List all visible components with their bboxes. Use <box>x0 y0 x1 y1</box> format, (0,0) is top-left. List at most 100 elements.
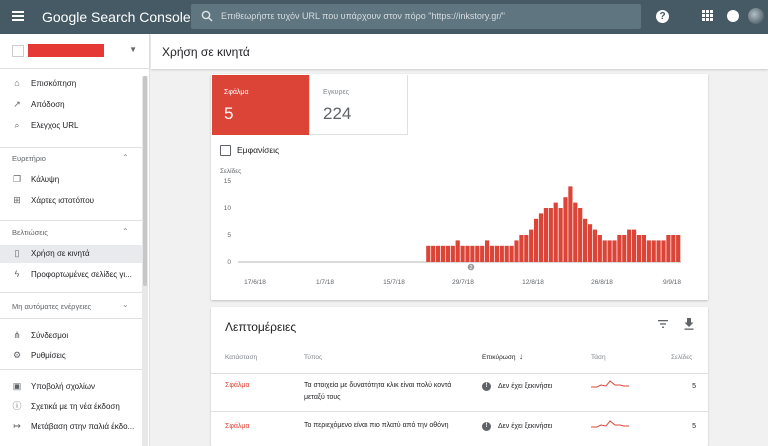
apps-grid-icon[interactable] <box>702 10 713 21</box>
sidebar-item-label: Ελεγχος URL <box>31 121 79 130</box>
trend-sparkline <box>591 420 629 428</box>
chart-bar <box>431 245 436 262</box>
sidebar-scrollbar[interactable] <box>142 76 148 446</box>
page-header: Χρήση σε κινητά <box>151 34 768 69</box>
sidebar-item-label: Χρήση σε κινητά <box>31 249 90 258</box>
chart-bar <box>460 245 465 262</box>
alert-icon: ! <box>482 422 491 431</box>
sidebar-item[interactable]: ϟ Προφορτωμένες σελίδες γι... <box>0 266 142 284</box>
column-header-status[interactable]: Κατάσταση <box>225 354 257 361</box>
chart-bar <box>538 213 544 262</box>
section-header-index[interactable]: Ευρετήριο <box>12 154 46 163</box>
row-pages[interactable]: 5 <box>676 383 696 390</box>
valid-tile-count: 224 <box>323 104 352 123</box>
sidebar-item-label: Σύνδεσμοι <box>31 331 69 340</box>
sidebar-item-label: Υποβολή σχολίων <box>31 382 96 391</box>
chart-bar <box>489 245 495 262</box>
column-header-trend[interactable]: Τάση <box>591 354 606 361</box>
sidebar-item[interactable]: ⌕ Ελεγχος URL <box>0 117 142 135</box>
chart-bar <box>440 245 446 262</box>
chart-bar <box>485 240 490 262</box>
divider <box>0 220 142 221</box>
chart-bar <box>641 235 646 262</box>
download-icon[interactable] <box>684 318 694 330</box>
collapse-caret-icon[interactable]: ⌃ <box>122 227 129 236</box>
chart-bar <box>519 235 524 262</box>
valid-tile-label: Εγκυρες <box>323 89 349 96</box>
row-type[interactable]: Τα στοιχεία με δυνατότητα κλικ είναι πολ… <box>304 380 469 404</box>
sidebar-item[interactable]: ⓘ Σχετικά με τη νέα έκδοση <box>0 398 142 416</box>
chart-bar <box>656 240 661 262</box>
account-avatar[interactable] <box>748 8 764 24</box>
column-header-type[interactable]: Τύπος <box>304 354 322 361</box>
sidebar-item[interactable]: ⌂ Επισκόπηση <box>0 75 142 93</box>
chart-bar <box>480 245 485 262</box>
column-header-pages[interactable]: Σελίδες <box>671 354 692 361</box>
divider <box>0 292 142 293</box>
valid-tile[interactable]: Εγκυρες 224 <box>309 75 408 135</box>
row-type[interactable]: Το περιεχόμενο είναι πιο πλατύ από την ο… <box>304 420 469 432</box>
row-status[interactable]: Σφάλμα <box>225 423 250 430</box>
chart-bar <box>534 218 539 262</box>
chart-bar <box>617 235 622 262</box>
row-status[interactable]: Σφάλμα <box>225 382 250 389</box>
error-tile[interactable]: Σφάλμα 5 <box>212 75 309 135</box>
row-validation[interactable]: Δεν έχει ξεκινήσει <box>498 423 552 430</box>
impressions-checkbox[interactable] <box>220 145 231 156</box>
app-logo[interactable]: Google Search Console <box>42 9 191 25</box>
collapse-caret-icon[interactable]: ⌃ <box>122 153 129 162</box>
y-axis-title: Σελίδες <box>220 167 241 175</box>
links-icon: ⋔ <box>13 330 21 340</box>
chart-bar <box>592 229 597 262</box>
x-tick-label: 15/7/18 <box>383 279 405 286</box>
chart-bar <box>558 208 563 262</box>
property-name-redacted <box>28 44 104 57</box>
url-inspect-search-bar[interactable]: Επιθεωρήστε τυχόν URL που υπάρχουν στον … <box>191 4 641 29</box>
trend-sparkline <box>591 380 629 388</box>
y-tick-label: 10 <box>224 205 232 212</box>
help-icon[interactable]: ? <box>656 10 669 23</box>
sidebar-item[interactable]: ↗ Απόδοση <box>0 96 142 114</box>
chart-bar <box>646 240 651 262</box>
x-tick-label: 26/8/18 <box>591 279 613 286</box>
search-placeholder[interactable]: Επιθεωρήστε τυχόν URL που υπάρχουν στον … <box>221 11 505 21</box>
chart-bar <box>499 245 504 262</box>
sidebar-item[interactable]: ▣ Υποβολή σχολίων <box>0 378 142 396</box>
sidebar-item-label: Χάρτες ιστοτόπου <box>31 196 95 205</box>
row-validation[interactable]: Δεν έχει ξεκινήσει <box>498 383 552 390</box>
chart-bar <box>436 245 441 262</box>
sidebar-item[interactable]: ⊞ Χάρτες ιστοτόπου <box>0 192 142 210</box>
section-header-manual-actions[interactable]: Μη αυτόματες ενέργειες <box>12 302 91 311</box>
sidebar-item[interactable]: ⋔ Σύνδεσμοι <box>0 327 142 345</box>
chart-bar <box>465 245 470 262</box>
section-header-enhancements[interactable]: Βελτιώσεις <box>12 228 48 237</box>
chart-bar <box>445 245 450 262</box>
scrollbar-thumb[interactable] <box>143 76 147 286</box>
sort-arrow-icon[interactable]: ↓ <box>519 352 523 361</box>
column-header-validation[interactable]: Επικύρωση <box>482 354 515 361</box>
chart-bar <box>627 229 632 262</box>
divider <box>0 68 150 69</box>
home-icon: ⌂ <box>14 78 20 88</box>
sidebar-item-label: Μετάβαση στην παλιά έκδο... <box>31 422 135 431</box>
dropdown-caret-icon: ▼ <box>129 45 137 54</box>
chart-bar <box>450 245 455 262</box>
sidebar-item[interactable]: ❐ Κάλυψη <box>0 171 142 189</box>
filter-icon[interactable] <box>658 320 668 328</box>
property-selector[interactable]: ▼ <box>12 44 137 58</box>
sidebar-item[interactable]: ▯ Χρήση σε κινητά <box>0 245 142 263</box>
menu-icon[interactable] <box>12 11 24 21</box>
sidebar-item[interactable]: ⚙ Ρυθμίσεις <box>0 347 142 365</box>
mobile-icon: ▯ <box>14 248 20 258</box>
impressions-label[interactable]: Εμφανίσεις <box>237 145 279 155</box>
error-tile-count: 5 <box>224 104 234 123</box>
notifications-icon[interactable] <box>727 10 739 22</box>
chart-bar <box>666 235 671 262</box>
property-favicon <box>12 45 24 57</box>
divider <box>211 373 708 374</box>
chart-bar <box>524 235 529 262</box>
sidebar-item[interactable]: ↦ Μετάβαση στην παλιά έκδο... <box>0 418 142 436</box>
divider <box>0 318 142 319</box>
row-pages[interactable]: 5 <box>676 423 696 430</box>
expand-caret-icon[interactable]: ⌄ <box>122 300 129 309</box>
